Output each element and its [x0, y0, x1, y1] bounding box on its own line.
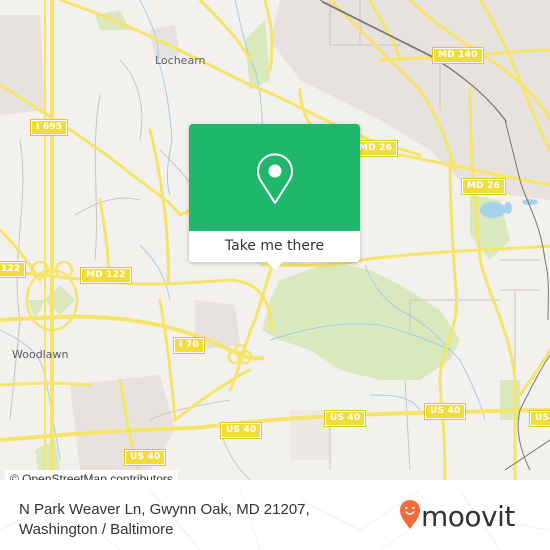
place-label-woodlawn: Woodlawn — [12, 348, 69, 361]
location-pin-icon — [257, 153, 293, 204]
address-line-1: N Park Weaver Ln, Gwynn Oak, MD 21207, — [19, 501, 310, 518]
take-me-there-button[interactable]: Take me there — [189, 231, 360, 262]
address-text: N Park Weaver Ln, Gwynn Oak, MD 21207, W… — [19, 500, 399, 540]
road-shield-md122: MD 122 — [80, 267, 132, 284]
popup-header[interactable] — [189, 124, 360, 231]
road-shield-i695: I 695 — [29, 119, 69, 136]
road-shield-us40: US 40 — [219, 422, 263, 439]
road-shield-md140: MD 140 — [432, 47, 484, 64]
footer: N Park Weaver Ln, Gwynn Oak, MD 21207, W… — [0, 490, 550, 550]
map-attribution[interactable]: © OpenStreetMap contributors — [5, 470, 178, 480]
road-shield-md122: 122 — [0, 261, 27, 278]
road-shield-us40: US — [528, 410, 550, 427]
road-shield-us40: US 40 — [123, 449, 167, 466]
popup-pointer — [266, 261, 284, 270]
road-shield-us40: US 40 — [323, 410, 367, 427]
road-shield-md26: MD 26 — [460, 178, 507, 195]
place-label-lochearn: Lochearn — [155, 54, 206, 67]
map-view[interactable]: Lochearn Woodlawn MD 140 MD 26 MD 26 I 6… — [0, 0, 550, 480]
moovit-pin-icon — [400, 500, 420, 529]
address-line-2: Washington / Baltimore — [19, 521, 174, 538]
road-shield-i70: I 70 — [173, 337, 205, 354]
road-shield-md26: MD 26 — [352, 140, 399, 157]
road-shield-us40: US 40 — [423, 403, 467, 420]
destination-popup[interactable]: Take me there — [189, 124, 360, 270]
moovit-wordmark: moovit — [421, 500, 515, 533]
